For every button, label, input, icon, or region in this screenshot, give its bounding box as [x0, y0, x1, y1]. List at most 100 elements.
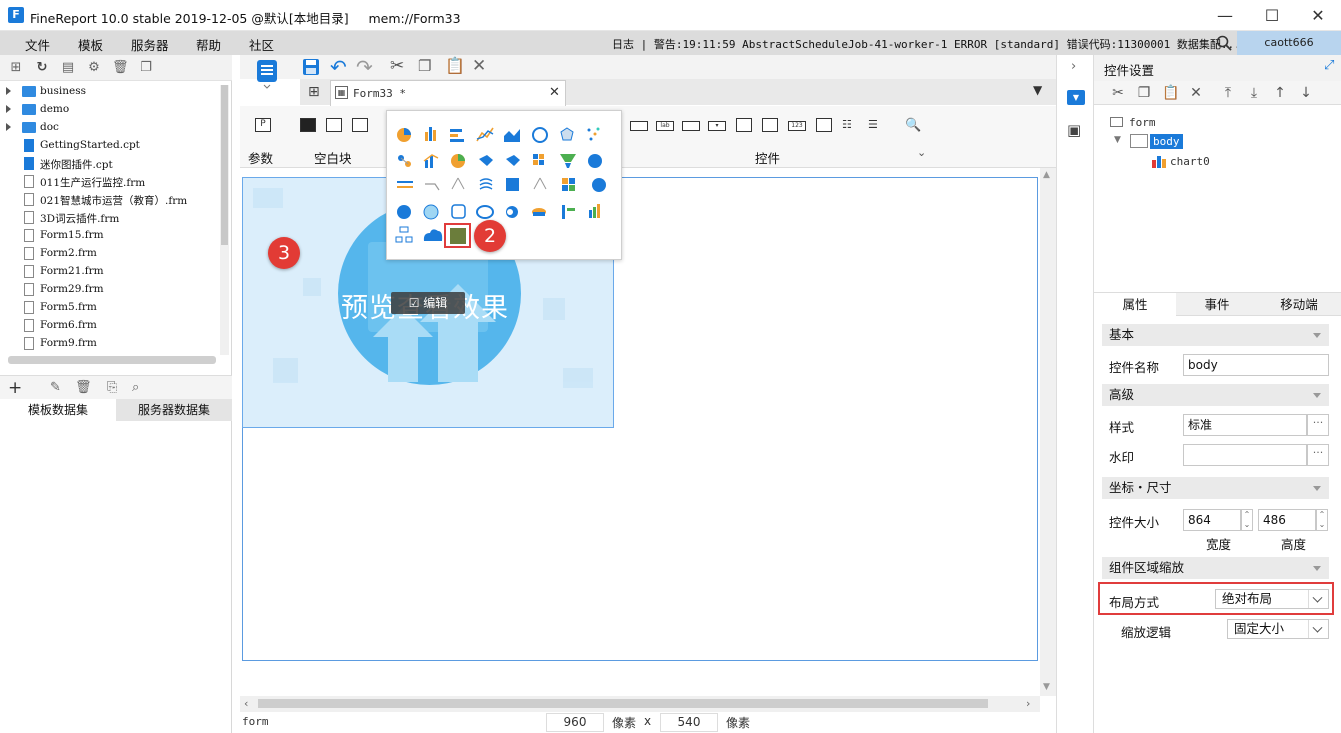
width-stepper[interactable]: ⌃ ⌄	[1241, 509, 1253, 531]
scroll-up-icon[interactable]: ▲	[1043, 170, 1050, 180]
scroll-right-icon[interactable]: ›	[1026, 697, 1030, 710]
scroll-left-icon[interactable]: ‹	[244, 697, 248, 710]
section-basic[interactable]: 基本	[1102, 324, 1329, 346]
user-account[interactable]: caott666	[1237, 31, 1341, 55]
label-widget-icon[interactable]: lab	[656, 121, 674, 131]
menu-template[interactable]: 模板	[78, 35, 103, 54]
tab-form33[interactable]: ▦ Form33 * ✕	[330, 80, 566, 106]
save-icon[interactable]	[302, 58, 320, 76]
tab-block-icon[interactable]	[352, 118, 368, 132]
chart-edit-button[interactable]: ☑ 编辑	[391, 292, 465, 314]
tree-item-folder[interactable]: doc	[0, 119, 220, 137]
tree-scrollbar-horizontal[interactable]	[8, 356, 216, 364]
copy-icon[interactable]: ❐	[418, 57, 431, 75]
menu-server[interactable]: 服务器	[131, 35, 169, 54]
delete-dataset-icon[interactable]: 🗑	[75, 380, 92, 395]
chart-type-radar[interactable]	[554, 123, 578, 147]
menu-file[interactable]: 文件	[25, 35, 50, 54]
pin-icon[interactable]: ⤢	[1324, 58, 1334, 73]
copy-icon[interactable]: ❐	[138, 60, 154, 76]
tree-item-file[interactable]: Form21.frm	[0, 263, 220, 281]
delete-icon[interactable]: ✕	[1188, 85, 1204, 101]
chart-type-line[interactable]	[473, 123, 497, 147]
tree-item-file[interactable]: 011生产运行监控.frm	[0, 173, 220, 191]
radio-group-icon[interactable]: ☷	[842, 118, 858, 132]
chart-type-org[interactable]	[392, 223, 416, 247]
component-library-icon[interactable]: ▣	[1067, 121, 1081, 139]
grid-view-icon[interactable]: ⊞	[308, 84, 320, 100]
close-button[interactable]: ✕	[1295, 0, 1341, 31]
delete-icon[interactable]: 🗑	[112, 60, 129, 76]
tree-scrollbar-thumb[interactable]	[221, 85, 228, 245]
blank-block-icon[interactable]	[300, 118, 316, 132]
watermark-more-button[interactable]: ···	[1307, 444, 1329, 466]
split-block-icon[interactable]	[326, 118, 342, 132]
expand-controls-icon[interactable]: ⌄	[917, 146, 926, 159]
widget-settings-icon[interactable]: ▼	[1067, 90, 1085, 105]
move-top-icon[interactable]: ⤒	[1220, 85, 1236, 101]
chart-type-column[interactable]	[419, 123, 443, 147]
add-dataset-icon[interactable]: +	[8, 378, 22, 398]
preview-dataset-icon[interactable]: ⎘	[107, 380, 117, 395]
search-dataset-icon[interactable]: ⌕	[132, 380, 139, 395]
tree-item-folder[interactable]: business	[0, 83, 220, 101]
checkbox-group-icon[interactable]: ☰	[868, 118, 884, 132]
menu-community[interactable]: 社区	[249, 35, 274, 54]
tab-server-dataset[interactable]: 服务器数据集	[116, 399, 232, 421]
chart-type-gauge[interactable]	[527, 123, 551, 147]
scroll-down-icon[interactable]: ▼	[1043, 682, 1050, 692]
move-bottom-icon[interactable]: ⤓	[1246, 85, 1262, 101]
log-message[interactable]: 日志 | 警告:19:11:59 AbstractScheduleJob-41-…	[612, 36, 1241, 52]
selected-chart-type-icon[interactable]	[450, 228, 466, 244]
style-more-button[interactable]: ···	[1307, 414, 1329, 436]
tree-node-body[interactable]: body	[1150, 134, 1183, 149]
tree-item-file[interactable]: Form29.frm	[0, 281, 220, 299]
paste-icon[interactable]: 📋	[445, 56, 465, 75]
cut-icon[interactable]: ✂	[390, 56, 404, 76]
expand-arrow-icon[interactable]	[6, 87, 11, 95]
chart-type-bar[interactable]	[446, 123, 470, 147]
minimize-button[interactable]: —	[1202, 0, 1248, 31]
tree-item-file[interactable]: 021智慧城市运营（教育）.frm	[0, 191, 220, 209]
delete-icon[interactable]: ✕	[472, 56, 486, 76]
tree-node-chart[interactable]: chart0	[1170, 155, 1210, 168]
chart-type-wordcloud[interactable]	[419, 223, 443, 247]
undo-icon[interactable]: ↶	[330, 55, 347, 79]
cut-icon[interactable]: ✂	[1110, 85, 1126, 101]
expand-arrow-icon[interactable]	[6, 105, 11, 113]
copy-icon[interactable]: ❐	[1136, 85, 1152, 101]
chart-type-area[interactable]	[500, 123, 524, 147]
tab-properties[interactable]: 属性	[1094, 293, 1176, 316]
chart-type-scatter[interactable]	[581, 123, 605, 147]
textarea-widget-icon[interactable]	[816, 118, 832, 132]
tab-mobile[interactable]: 移动端	[1258, 293, 1340, 316]
text-widget-icon[interactable]	[630, 121, 648, 131]
tree-item-file[interactable]: Form5.frm	[0, 299, 220, 317]
maximize-button[interactable]: ☐	[1249, 0, 1295, 31]
tab-close-icon[interactable]: ✕	[549, 85, 560, 100]
move-down-icon[interactable]: ↓	[1298, 85, 1314, 101]
canvas-width-input[interactable]: 960	[546, 713, 604, 732]
tab-menu-icon[interactable]: ▼	[1033, 83, 1042, 97]
menu-help[interactable]: 帮助	[196, 35, 221, 54]
tree-item-file[interactable]: Form6.frm	[0, 317, 220, 335]
tree-item-file[interactable]: Form2.frm	[0, 245, 220, 263]
paste-icon[interactable]: 📋	[1162, 85, 1179, 101]
date-widget-icon[interactable]	[762, 118, 778, 132]
canvas-scrollbar-vertical[interactable]: ▲ ▼	[1040, 168, 1056, 696]
query-button-icon[interactable]: 🔍	[905, 118, 921, 133]
scale-select[interactable]: 固定大小	[1227, 619, 1329, 639]
expand-arrow-icon[interactable]	[6, 123, 11, 131]
style-field[interactable]: 标准	[1183, 414, 1307, 436]
width-field[interactable]: 864	[1183, 509, 1241, 531]
section-coords-size[interactable]: 坐标・尺寸	[1102, 477, 1329, 499]
tree-item-file[interactable]: Form9.frm	[0, 335, 220, 353]
tree-expand-icon[interactable]: ▼	[1114, 135, 1121, 145]
combobox-widget-icon[interactable]	[736, 118, 752, 132]
settings-icon[interactable]: ⚙	[86, 60, 102, 76]
tree-item-file[interactable]: 3D词云插件.frm	[0, 209, 220, 227]
edit-icon[interactable]: ✎	[50, 380, 61, 395]
tree-node-form[interactable]: form	[1129, 116, 1156, 129]
watermark-field[interactable]	[1183, 444, 1307, 466]
tree-item-file[interactable]: Form15.frm	[0, 227, 220, 245]
